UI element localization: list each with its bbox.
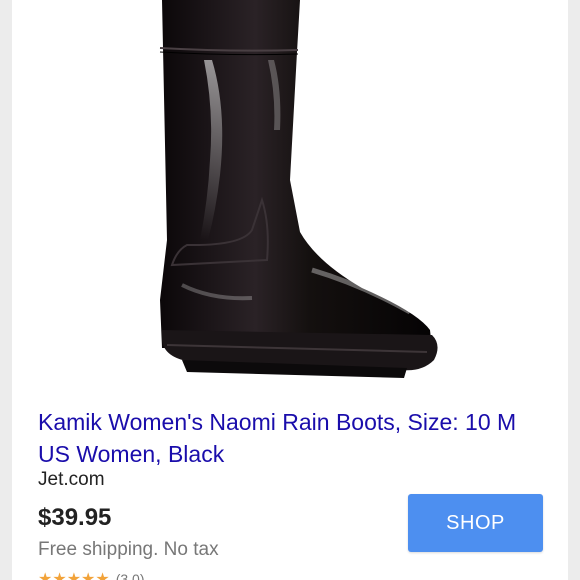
shipping-info: Free shipping. No tax bbox=[38, 539, 219, 560]
product-price: $39.95 bbox=[38, 504, 112, 531]
product-title-link[interactable]: Kamik Women's Naomi Rain Boots, Size: 10… bbox=[38, 406, 538, 470]
rating: ★★★★★ (3.0) bbox=[38, 570, 145, 580]
product-card: Kamik Women's Naomi Rain Boots, Size: 10… bbox=[12, 0, 568, 580]
shop-button[interactable]: SHOP bbox=[408, 494, 543, 552]
rating-count: (3.0) bbox=[115, 571, 145, 580]
product-image[interactable] bbox=[12, 0, 568, 392]
rating-stars: ★★★★★ bbox=[38, 571, 110, 580]
merchant-name: Jet.com bbox=[38, 469, 105, 490]
